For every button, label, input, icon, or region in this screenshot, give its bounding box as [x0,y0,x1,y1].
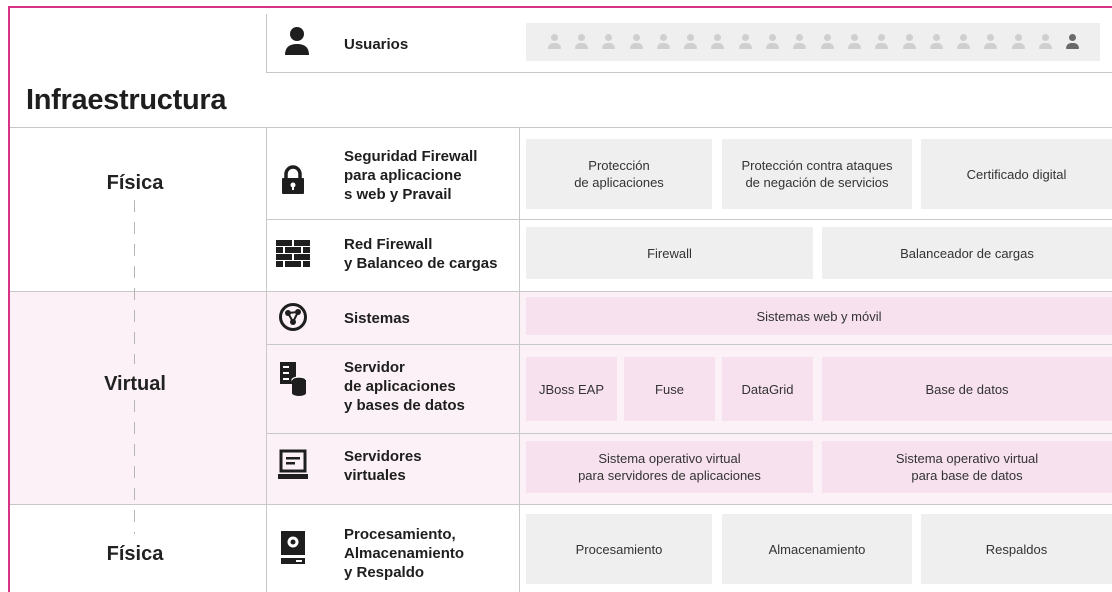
column-divider [266,127,267,592]
user-icon [280,24,314,58]
brick-wall-icon [276,237,310,271]
layer-fisica-bottom: Física [106,543,164,565]
box-sistemas-web: Sistemas web y móvil [526,297,1112,335]
lock-icon [276,163,310,197]
person-icon [902,33,916,51]
globe-network-icon [276,300,310,334]
row-label-procesamiento: Procesamiento, Almacenamiento y Respaldo [344,526,465,581]
person-icon [983,33,998,51]
person-icon [929,33,943,51]
person-icon [656,33,670,51]
box-balanceador: Balanceador de cargas [822,227,1112,279]
page-title: Infraestructura [26,84,227,116]
person-icon [765,33,780,51]
person-icon [847,33,861,51]
box-firewall: Firewall [526,227,813,279]
storage-drive-icon [276,531,310,565]
layer-fisica-top: Física [106,172,164,194]
monitor-icon [276,448,310,482]
users-bottom-line [266,72,1112,73]
person-icon [1038,33,1052,51]
row-label-servidor-apps: Servidor de aplicaciones y bases de datos [344,359,465,414]
divider [266,433,1112,434]
person-icon [629,33,643,51]
person-icon [710,33,725,51]
layer-connector [134,400,135,534]
person-icon [1065,33,1080,51]
divider [266,219,1112,220]
divider [10,504,1112,505]
row-label-servidores-virtuales: Servidores virtuales [344,448,422,484]
column-divider [519,127,520,592]
row-label-sistemas: Sistemas [344,310,410,327]
box-datagrid: DataGrid [722,357,813,421]
box-proteccion-ataques: Protección contra ataques de negación de … [722,139,912,209]
box-procesamiento: Procesamiento [526,514,712,584]
person-icon [956,33,971,51]
box-fuse: Fuse [624,357,715,421]
person-icon [738,33,752,51]
layer-virtual: Virtual [104,373,166,395]
box-proteccion-apps: Protección de aplicaciones [526,139,712,209]
person-icon [547,33,561,51]
person-icon [574,33,588,51]
box-respaldos: Respaldos [921,514,1112,584]
person-icon [1011,33,1025,51]
person-icon [820,33,834,51]
person-icon [874,33,889,51]
person-icon [792,33,807,51]
row-label-red-firewall: Red Firewall y Balanceo de cargas [344,236,498,272]
person-icon [683,33,698,51]
users-divider [266,14,267,72]
server-database-icon [276,362,310,396]
box-certificado: Certificado digital [921,139,1112,209]
row-label-firewall-app: Seguridad Firewall para aplicacione s web … [344,148,478,203]
box-so-base-datos: Sistema operativo virtual para base de da… [822,441,1112,493]
person-icon [601,33,616,51]
layer-connector [134,200,135,364]
box-almacenamiento: Almacenamiento [722,514,912,584]
users-label: Usuarios [344,36,409,53]
divider [10,127,1112,128]
box-so-servidores: Sistema operativo virtual para servidores… [526,441,813,493]
box-jboss: JBoss EAP [526,357,617,421]
users-crowd [526,23,1100,61]
divider [266,344,1112,345]
box-base-datos: Base de datos [822,357,1112,421]
divider [10,291,1112,292]
